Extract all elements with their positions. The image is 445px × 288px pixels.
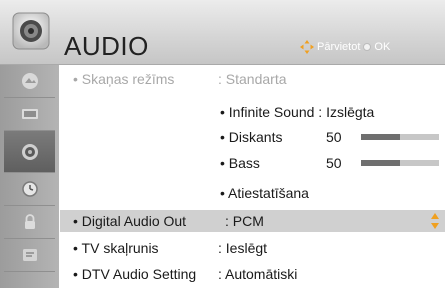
reset-label: • Atiestatīšana [220, 185, 309, 201]
clock-icon [21, 181, 38, 197]
infinite-sound-label: • Infinite Sound : Izslēgta [220, 104, 375, 120]
treble-label: • Diskants [220, 129, 283, 145]
audio-menu: AUDIO Pārvietot OK • Skaņas režīms: Sta… [0, 0, 445, 288]
bass-value: 50 [326, 155, 342, 171]
speaker-icon [12, 12, 50, 50]
speaker-icon [21, 143, 38, 160]
dtv-audio-value: : Automātiski [218, 266, 298, 282]
menu-header: AUDIO Pārvietot OK [0, 0, 445, 65]
up-down-arrows-icon [431, 213, 439, 229]
hint-move-label: Pārvietot [317, 41, 361, 53]
menu-item-treble[interactable]: • Diskants 50 [65, 126, 445, 148]
navigation-arrows-icon [300, 40, 314, 54]
sidebar-item-lock[interactable] [4, 206, 55, 239]
digital-audio-out-value: : PCM [225, 213, 264, 229]
treble-level-fill [361, 134, 400, 140]
sound-mode-label: • Skaņas režīms [73, 71, 175, 87]
tv-speaker-value: : Ieslēgt [218, 240, 268, 256]
option-icon [22, 249, 37, 261]
sidebar-item-time[interactable] [4, 173, 55, 206]
lock-icon [24, 214, 35, 229]
menu-item-dtv-audio-setting[interactable]: • DTV Audio Setting : Automātiski [65, 263, 445, 285]
menu-item-bass[interactable]: • Bass 50 [65, 152, 445, 174]
tv-speaker-label: • TV skaļrunis [73, 240, 159, 256]
sidebar-item-audio[interactable] [4, 131, 55, 173]
dtv-audio-label: • DTV Audio Setting [73, 266, 197, 282]
sound-mode-value: : Standarta [218, 71, 287, 87]
ok-button-icon [363, 43, 372, 51]
sidebar-item-screen[interactable] [4, 98, 55, 131]
digital-audio-out-label: • Digital Audio Out [73, 213, 187, 229]
bass-level-bar[interactable] [361, 160, 439, 166]
picture-icon [21, 73, 38, 89]
screen-icon [21, 109, 38, 119]
menu-item-reset[interactable]: • Atiestatīšana [65, 182, 445, 204]
hint-ok-label: OK [374, 41, 391, 53]
treble-value: 50 [326, 129, 342, 145]
bass-label: • Bass [220, 155, 260, 171]
menu-item-sound-mode[interactable]: • Skaņas režīms : Standarta [65, 68, 445, 90]
bass-level-fill [361, 160, 400, 166]
treble-level-bar[interactable] [361, 134, 439, 140]
sidebar-item-option[interactable] [4, 239, 55, 272]
menu-item-infinite-sound[interactable]: • Infinite Sound : Izslēgta [65, 101, 445, 123]
page-title: AUDIO [64, 31, 149, 61]
category-sidebar [0, 65, 59, 288]
navigation-hint: Pārvietot OK [300, 40, 390, 54]
menu-item-tv-speaker[interactable]: • TV skaļrunis : Ieslēgt [65, 237, 445, 259]
sidebar-item-picture[interactable] [4, 65, 55, 98]
menu-item-digital-audio-out[interactable]: • Digital Audio Out : PCM [60, 210, 445, 232]
